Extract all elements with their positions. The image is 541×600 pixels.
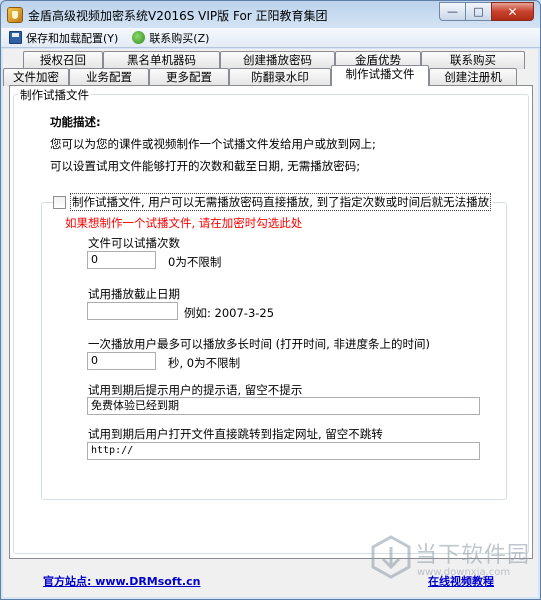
menu-contact-buy[interactable]: 联系购买(Z) (124, 28, 215, 48)
menu-save-label: 保存和加载配置(Y) (26, 31, 119, 45)
trial-time-input[interactable]: 0 (87, 352, 156, 370)
contact-icon (132, 31, 146, 44)
trial-checkbox-row[interactable]: 制作试播文件, 用户可以无需播放密码直接播放, 到了指定次数或时间后就无法播放 (53, 193, 494, 211)
video-tutorial-link[interactable]: 在线视频教程 (428, 573, 494, 589)
window-title: 金盾高级视频加密系统V2016S VIP版 For 正阳教育集团 (28, 9, 328, 23)
trial-time-label: 一次播放用户最多可以播放多长时间 (打开时间, 非进度条上的时间) (88, 337, 430, 351)
trial-checkbox[interactable] (53, 195, 66, 209)
tab-file-encrypt[interactable]: 文件加密 (3, 68, 69, 86)
tab-row-1: 授权召回 黑名单机器码 创建播放密码 金盾优势 联系购买 (23, 51, 525, 69)
trial-count-label: 文件可以试播次数 (88, 236, 180, 250)
tab-license-recall[interactable]: 授权召回 (23, 51, 103, 69)
app-shield-icon (7, 7, 23, 23)
menu-bar: 保存和加载配置(Y) 联系购买(Z) (1, 28, 540, 48)
trial-count-input[interactable]: 0 (87, 251, 156, 269)
trial-file-group: 制作试播文件 功能描述: 您可以为您的课件或视频制作一个试播文件发给用户或放到网… (13, 87, 529, 554)
trial-date-input[interactable] (87, 302, 178, 320)
tab-contact-buy[interactable]: 联系购买 (421, 51, 525, 69)
feature-heading: 功能描述: (50, 115, 101, 129)
window-controls: — □ ✕ (439, 2, 534, 21)
tab-create-play-password[interactable]: 创建播放密码 (220, 51, 335, 69)
tab-business-config[interactable]: 业务配置 (69, 68, 149, 86)
floppy-disk-icon (9, 31, 22, 44)
trial-date-label: 试用播放截止日期 (88, 287, 180, 301)
group-title: 制作试播文件 (18, 87, 91, 103)
tab-more-config[interactable]: 更多配置 (149, 68, 229, 86)
expire-url-input[interactable]: http:// (87, 442, 480, 460)
feature-desc-2: 可以设置试用文件能够打开的次数和截至日期, 无需播放密码; (50, 159, 361, 173)
close-button[interactable]: ✕ (491, 2, 534, 21)
official-site-link[interactable]: 官方站点: www.DRMsoft.cn (43, 573, 200, 589)
feature-desc-1: 您可以为您的课件或视频制作一个试播文件发给用户或放到网上; (50, 137, 376, 151)
trial-time-note: 秒, 0为不限制 (168, 356, 241, 370)
tab-panel: 制作试播文件 功能描述: 您可以为您的课件或视频制作一个试播文件发给用户或放到网… (9, 85, 533, 559)
main-content: 授权召回 黑名单机器码 创建播放密码 金盾优势 联系购买 文件加密 业务配置 更… (3, 49, 538, 597)
tab-create-keygen[interactable]: 创建注册机 (429, 68, 517, 86)
tab-row-2: 文件加密 业务配置 更多配置 防翻录水印 制作试播文件 创建注册机 (3, 65, 517, 86)
trial-date-example: 例如: 2007-3-25 (184, 306, 275, 320)
expire-url-label: 试用到期后用户打开文件直接跳转到指定网址, 留空不跳转 (88, 427, 383, 441)
tab-blacklist-machine-code[interactable]: 黑名单机器码 (103, 51, 220, 69)
tab-make-trial-file[interactable]: 制作试播文件 (331, 65, 429, 86)
trial-count-note: 0为不限制 (168, 255, 222, 269)
minimize-button[interactable]: — (439, 2, 465, 21)
trial-hint: 如果想制作一个试播文件, 请在加密时勾选此处 (65, 216, 303, 230)
footer: 官方站点: www.DRMsoft.cn 在线视频教程 (3, 560, 538, 597)
tab-anti-record-watermark[interactable]: 防翻录水印 (229, 68, 331, 86)
menu-buy-label: 联系购买(Z) (149, 31, 210, 45)
app-window: 金盾高级视频加密系统V2016S VIP版 For 正阳教育集团 — □ ✕ 保… (0, 0, 541, 600)
maximize-button[interactable]: □ (465, 2, 491, 21)
menu-save-load-config[interactable]: 保存和加载配置(Y) (1, 28, 124, 48)
expire-message-label: 试用到期后提示用户的提示语, 留空不提示 (88, 383, 303, 397)
title-bar[interactable]: 金盾高级视频加密系统V2016S VIP版 For 正阳教育集团 — □ ✕ (1, 1, 540, 28)
expire-message-input[interactable]: 免费体验已经到期 (87, 397, 480, 415)
trial-checkbox-label[interactable]: 制作试播文件, 用户可以无需播放密码直接播放, 到了指定次数或时间后就无法播放 (70, 193, 492, 211)
